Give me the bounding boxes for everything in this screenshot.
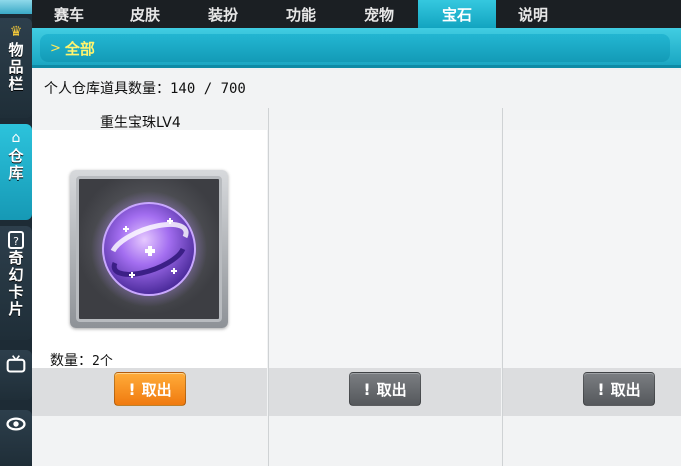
action-row: ! 取出 (503, 368, 681, 416)
alert-icon: ! (597, 379, 605, 399)
item-card[interactable]: 数量：2个 (32, 130, 267, 370)
sidebar-item-label: 仓库 (8, 147, 24, 182)
item-card-empty (503, 130, 681, 368)
tab-functions[interactable]: 功能 (262, 0, 340, 28)
action-row: ! 取出 (32, 368, 267, 416)
tab-label: 赛车 (53, 5, 84, 24)
storage-count-value: 140 / 700 (170, 81, 246, 97)
item-card-empty (269, 130, 501, 368)
sidebar-item-inventory[interactable]: ♛ 物品栏 (0, 18, 32, 118)
withdraw-button-disabled[interactable]: ! 取出 (349, 372, 421, 406)
withdraw-button-label: 取出 (610, 380, 641, 399)
item-name: 重生宝珠LV4 (100, 115, 181, 131)
sidebar-item-eye[interactable] (0, 410, 32, 466)
chevron-right-icon: > (50, 40, 61, 56)
tab-skins[interactable]: 皮肤 (106, 0, 184, 28)
tab-outfits[interactable]: 装扮 (184, 0, 262, 28)
tab-label: 说明 (517, 5, 548, 24)
filter-all-button[interactable]: > 全部 (40, 34, 670, 62)
crown-icon: ♛ (9, 24, 23, 40)
sidebar-item-tv[interactable] (0, 350, 32, 400)
alert-icon: ! (363, 379, 371, 399)
withdraw-button-label: 取出 (141, 380, 172, 399)
tab-help[interactable]: 说明 (496, 0, 570, 28)
tab-label: 功能 (285, 5, 316, 24)
tab-gems[interactable]: 宝石 (418, 0, 496, 28)
item-slot: 重生宝珠LV4 数量：2个 ! 取出 (32, 108, 267, 466)
storage-count-label: 个人仓库道具数量： (44, 81, 170, 97)
filter-label: 全部 (64, 39, 95, 58)
withdraw-button[interactable]: ! 取出 (114, 372, 186, 406)
quantity-value: 2个 (92, 354, 113, 369)
sidebar-item-label: 物品栏 (8, 41, 24, 93)
item-icon-frame (70, 170, 228, 328)
rebirth-orb-icon (76, 176, 222, 322)
storage-panel: 个人仓库道具数量：140 / 700 重生宝珠LV4 数量：2个 ! 取出 ! … (32, 70, 681, 466)
tab-label: 皮肤 (129, 5, 160, 24)
eye-icon (6, 414, 26, 434)
filter-band: > 全部 (32, 28, 681, 68)
sidebar: ♛ 物品栏 ⌂ 仓库 ? 奇幻卡片 (0, 0, 32, 466)
withdraw-button-label: 取出 (376, 380, 407, 399)
item-slot: ! 取出 (502, 108, 681, 466)
tab-racing[interactable]: 赛车 (32, 0, 106, 28)
tab-label: 宝石 (441, 5, 472, 24)
action-row: ! 取出 (269, 368, 501, 416)
svg-text:?: ? (13, 235, 19, 248)
sidebar-item-storage[interactable]: ⌂ 仓库 (0, 124, 32, 220)
tv-icon (6, 354, 26, 374)
home-icon: ⌂ (11, 130, 21, 146)
item-quantity: 数量：2个 (50, 350, 113, 370)
item-slot: ! 取出 (268, 108, 501, 466)
alert-icon: ! (128, 379, 136, 399)
sidebar-top-cap (0, 0, 32, 14)
tab-label: 宠物 (363, 5, 394, 24)
withdraw-button-disabled[interactable]: ! 取出 (583, 372, 655, 406)
tab-label: 装扮 (207, 5, 238, 24)
storage-count: 个人仓库道具数量：140 / 700 (44, 78, 246, 98)
quantity-label: 数量： (50, 353, 92, 369)
sidebar-item-label: 奇幻卡片 (8, 249, 24, 318)
category-tab-bar: 赛车 皮肤 装扮 功能 宠物 宝石 说明 (32, 0, 681, 28)
sidebar-item-fantasy-cards[interactable]: ? 奇幻卡片 (0, 226, 32, 340)
question-card-icon: ? (6, 230, 26, 250)
tab-pets[interactable]: 宠物 (340, 0, 418, 28)
